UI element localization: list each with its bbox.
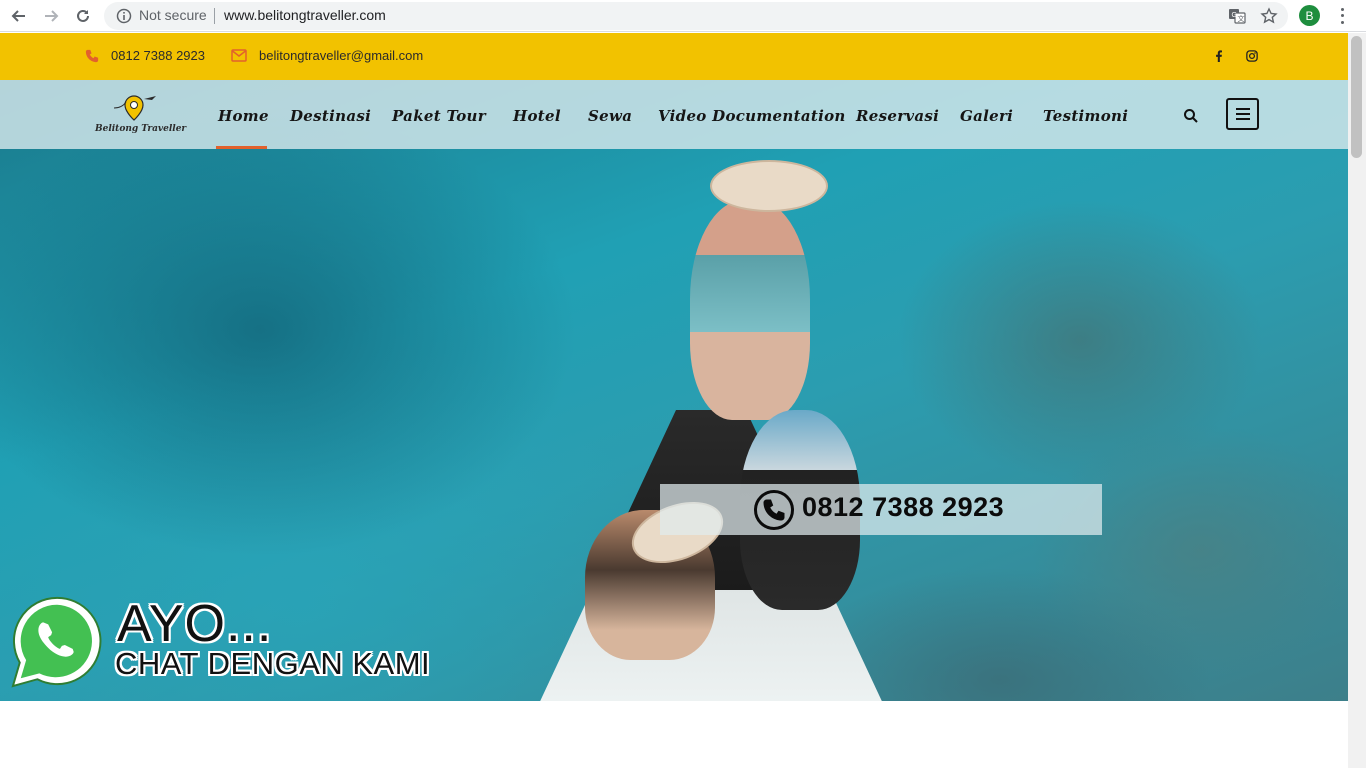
facebook-icon[interactable] xyxy=(1211,48,1227,64)
kebab-menu-icon[interactable] xyxy=(1333,6,1351,26)
nav-sewa[interactable]: Sewa xyxy=(588,107,632,125)
info-icon[interactable] xyxy=(116,8,132,28)
translate-icon[interactable]: G文 xyxy=(1228,7,1246,25)
star-icon[interactable] xyxy=(1260,7,1278,25)
main-header: Belitong Traveller Home Destinasi Paket … xyxy=(0,80,1348,149)
nav-paket-tour[interactable]: Paket Tour xyxy=(392,107,486,125)
contact-bar: 0812 7388 2923 belitongtraveller@gmail.c… xyxy=(0,33,1348,80)
phone-icon xyxy=(85,49,99,62)
reload-icon[interactable] xyxy=(72,5,94,27)
whatsapp-icon[interactable] xyxy=(8,593,106,691)
phone-icon xyxy=(754,490,794,530)
logo-text: Belitong Traveller xyxy=(95,124,187,134)
nav-galeri[interactable]: Galeri xyxy=(960,107,1013,125)
instagram-icon[interactable] xyxy=(1244,48,1260,64)
contact-phone[interactable]: 0812 7388 2923 xyxy=(85,48,205,63)
divider xyxy=(214,8,215,24)
contact-phone-text: 0812 7388 2923 xyxy=(111,48,205,63)
hero-person xyxy=(690,200,810,420)
nav-home[interactable]: Home xyxy=(218,107,269,125)
hero-phone-number[interactable]: 0812 7388 2923 xyxy=(802,492,1004,523)
svg-text:文: 文 xyxy=(1238,14,1245,23)
site-logo[interactable]: Belitong Traveller xyxy=(92,94,186,138)
browser-toolbar: Not secure www.belitongtraveller.com G文 … xyxy=(0,0,1366,32)
hamburger-menu-button[interactable] xyxy=(1226,98,1259,130)
back-icon[interactable] xyxy=(8,5,30,27)
nav-hotel[interactable]: Hotel xyxy=(513,107,561,125)
security-label: Not secure xyxy=(139,7,207,23)
nav-video-documentation[interactable]: Video Documentation xyxy=(658,107,846,125)
nav-testimoni[interactable]: Testimoni xyxy=(1043,107,1128,125)
address-bar[interactable]: Not secure www.belitongtraveller.com G文 xyxy=(104,2,1288,30)
contact-email-text: belitongtraveller@gmail.com xyxy=(259,48,424,63)
logo-pin-icon xyxy=(113,95,156,121)
cta-subtitle: CHAT DENGAN KAMI xyxy=(115,646,431,681)
hero-hat xyxy=(710,160,828,212)
active-nav-indicator xyxy=(216,146,267,149)
search-icon[interactable] xyxy=(1183,108,1199,124)
forward-icon[interactable] xyxy=(40,5,62,27)
nav-destinasi[interactable]: Destinasi xyxy=(290,107,371,125)
scrollbar-thumb[interactable] xyxy=(1351,36,1362,158)
profile-avatar[interactable]: B xyxy=(1299,5,1320,26)
url-text[interactable]: www.belitongtraveller.com xyxy=(224,7,386,23)
contact-email[interactable]: belitongtraveller@gmail.com xyxy=(231,48,423,63)
svg-text:G: G xyxy=(1232,12,1237,19)
envelope-icon xyxy=(231,49,247,62)
cta-title: AYO... xyxy=(117,595,273,653)
nav-reservasi[interactable]: Reservasi xyxy=(856,107,939,125)
